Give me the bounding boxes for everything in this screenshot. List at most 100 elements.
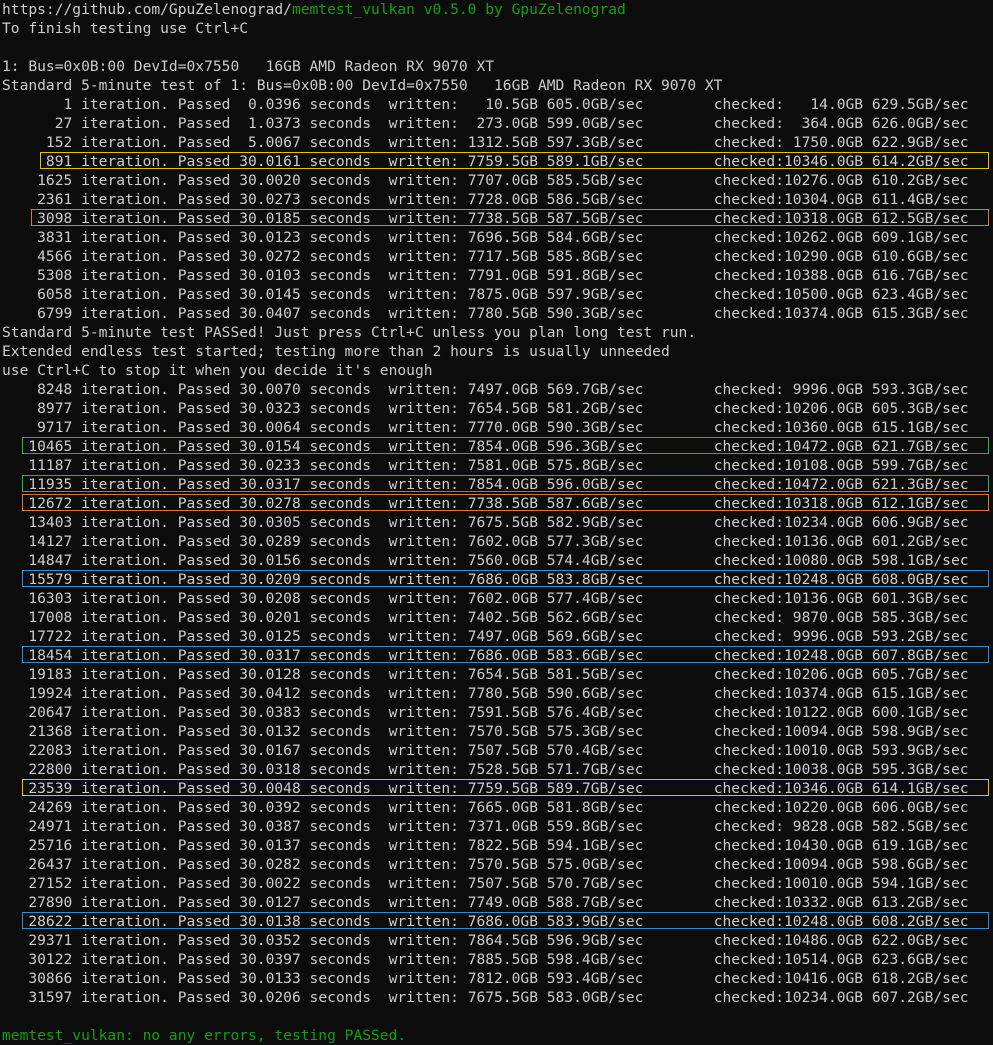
written-rate: 591.8GB/sec: [537, 267, 644, 284]
written-label: seconds written:: [300, 875, 459, 892]
checked-label: checked:: [713, 723, 785, 740]
checked-label: checked:: [713, 913, 785, 930]
checked-label: checked:: [713, 571, 785, 588]
checked-amount: 10430.0GB: [784, 837, 864, 854]
written-amount: 7854.0GB: [458, 476, 538, 493]
seconds-value: 30.0132: [239, 723, 301, 740]
iteration-label: iteration. Passed: [72, 96, 240, 113]
terminal-window[interactable]: https://github.com/GpuZelenograd/memtest…: [2, 0, 993, 1045]
written-label: seconds written:: [300, 609, 459, 626]
written-label: seconds written:: [300, 267, 459, 284]
written-amount: 7570.5GB: [458, 856, 538, 873]
checked-amount: 10486.0GB: [784, 932, 864, 949]
iteration-number: 17008: [2, 609, 73, 626]
checked-rate: 593.9GB/sec: [863, 742, 969, 759]
result-row: 891 iteration. Passed 30.0161 seconds wr…: [2, 152, 993, 171]
checked-label: checked:: [713, 514, 785, 531]
written-amount: 7497.0GB: [458, 628, 538, 645]
checked-rate: 610.6GB/sec: [863, 248, 969, 265]
checked-label: checked:: [713, 609, 785, 626]
iteration-number: 24971: [2, 818, 73, 835]
written-label: seconds written:: [300, 647, 459, 664]
written-rate: 575.8GB/sec: [537, 457, 644, 474]
iteration-number: 22083: [2, 742, 73, 759]
seconds-value: 30.0392: [239, 799, 301, 816]
result-row: 2361 iteration. Passed 30.0273 seconds w…: [2, 190, 993, 209]
written-label: seconds written:: [300, 153, 459, 170]
iteration-number: 5308: [2, 267, 73, 284]
result-row: 19183 iteration. Passed 30.0128 seconds …: [2, 665, 993, 684]
result-row: 25716 iteration. Passed 30.0137 seconds …: [2, 836, 993, 855]
iteration-number: 15579: [2, 571, 73, 588]
seconds-value: 30.0128: [239, 666, 301, 683]
seconds-value: 1.0373: [239, 115, 301, 132]
result-row: 9717 iteration. Passed 30.0064 seconds w…: [2, 418, 993, 437]
tool-name: memtest_vulkan v0.5.0 by GpuZelenograd: [291, 1, 626, 18]
result-row: 29371 iteration. Passed 30.0352 seconds …: [2, 931, 993, 950]
iteration-number: 27890: [2, 894, 73, 911]
iteration-label: iteration. Passed: [72, 685, 240, 702]
iteration-label: iteration. Passed: [72, 115, 240, 132]
iteration-label: iteration. Passed: [72, 723, 240, 740]
written-amount: 7581.0GB: [458, 457, 538, 474]
checked-rate: 598.6GB/sec: [863, 856, 969, 873]
written-rate: 569.6GB/sec: [537, 628, 644, 645]
iteration-number: 152: [2, 134, 73, 151]
written-amount: 7780.5GB: [458, 685, 538, 702]
seconds-value: 30.0272: [239, 248, 301, 265]
iteration-number: 30866: [2, 970, 73, 987]
seconds-value: 30.0133: [239, 970, 301, 987]
checked-label: checked:: [713, 267, 785, 284]
written-label: seconds written:: [300, 799, 459, 816]
iteration-number: 1625: [2, 172, 73, 189]
header-line: https://github.com/GpuZelenograd/memtest…: [2, 0, 993, 19]
iteration-label: iteration. Passed: [72, 191, 240, 208]
iteration-number: 9717: [2, 419, 73, 436]
seconds-value: 30.0273: [239, 191, 301, 208]
written-label: seconds written:: [300, 514, 459, 531]
written-label: seconds written:: [300, 571, 459, 588]
iteration-label: iteration. Passed: [72, 818, 240, 835]
iteration-number: 1: [2, 96, 73, 113]
seconds-value: 30.0233: [239, 457, 301, 474]
checked-rate: 607.8GB/sec: [863, 647, 969, 664]
written-amount: 7728.0GB: [458, 191, 538, 208]
checked-amount: 9996.0GB: [784, 381, 864, 398]
seconds-value: 30.0282: [239, 856, 301, 873]
written-rate: 590.6GB/sec: [537, 685, 644, 702]
written-label: seconds written:: [300, 894, 459, 911]
seconds-value: 30.0209: [239, 571, 301, 588]
written-amount: 7654.5GB: [458, 400, 538, 417]
checked-rate: 626.0GB/sec: [863, 115, 969, 132]
checked-label: checked:: [713, 970, 785, 987]
seconds-value: 30.0137: [239, 837, 301, 854]
written-rate: 590.3GB/sec: [537, 419, 644, 436]
written-rate: 597.3GB/sec: [537, 134, 644, 151]
written-rate: 585.5GB/sec: [537, 172, 644, 189]
checked-amount: 14.0GB: [784, 96, 864, 113]
checked-label: checked:: [713, 305, 785, 322]
seconds-value: 30.0022: [239, 875, 301, 892]
iteration-number: 28622: [2, 913, 73, 930]
iteration-number: 14847: [2, 552, 73, 569]
written-amount: 7371.0GB: [458, 818, 538, 835]
checked-label: checked:: [713, 438, 785, 455]
written-amount: 7738.5GB: [458, 495, 538, 512]
checked-label: checked:: [713, 761, 785, 778]
written-rate: 589.1GB/sec: [537, 153, 644, 170]
written-label: seconds written:: [300, 115, 459, 132]
checked-rate: 608.2GB/sec: [863, 913, 969, 930]
checked-amount: 10346.0GB: [784, 153, 864, 170]
written-rate: 585.8GB/sec: [537, 248, 644, 265]
seconds-value: 30.0103: [239, 267, 301, 284]
written-rate: 598.4GB/sec: [537, 951, 644, 968]
